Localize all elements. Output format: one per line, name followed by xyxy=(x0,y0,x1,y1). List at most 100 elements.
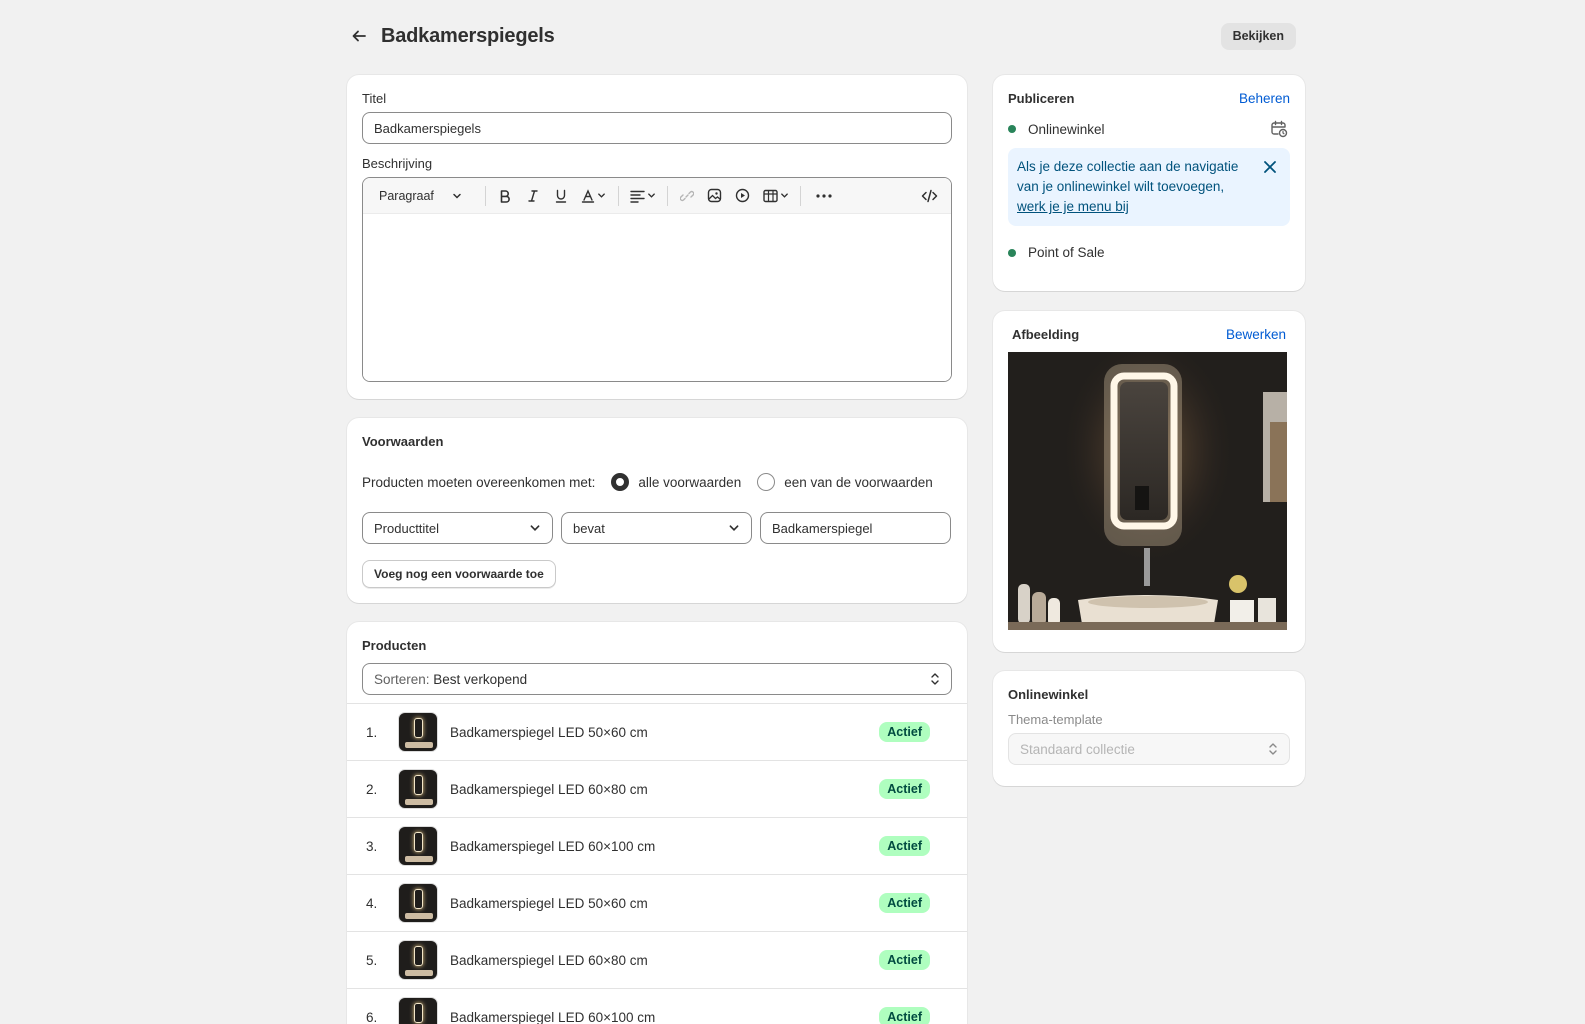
sort-prefix: Sorteren: xyxy=(374,671,430,687)
product-name: Badkamerspiegel LED 60×100 cm xyxy=(450,1009,656,1024)
chevron-down-icon xyxy=(781,193,788,198)
title-input[interactable]: Badkamerspiegels xyxy=(362,112,952,144)
edit-image-link[interactable]: Bewerken xyxy=(1226,327,1286,342)
condition-operator-value: bevat xyxy=(573,520,605,536)
collection-image[interactable] xyxy=(1008,352,1287,630)
image-heading: Afbeelding xyxy=(1012,327,1080,342)
title-description-card: Titel Badkamerspiegels Beschrijving Para… xyxy=(347,75,967,399)
theme-template-card: Onlinewinkel Thema-template Standaard co… xyxy=(993,671,1305,786)
product-row[interactable]: 1. Badkamerspiegel LED 50×60 cm Actief xyxy=(347,704,967,761)
chevron-down-icon xyxy=(453,193,461,199)
insert-table-button[interactable] xyxy=(757,183,795,209)
theme-template-label: Thema-template xyxy=(1008,712,1103,727)
paragraph-format-select[interactable]: Paragraaf xyxy=(371,183,470,209)
banner-content: Als je deze collectie aan de navigatie v… xyxy=(1017,157,1282,217)
status-dot xyxy=(1008,248,1016,257)
channel-online-row: Onlinewinkel xyxy=(1008,120,1290,138)
align-button[interactable] xyxy=(624,183,662,209)
condition-operator-select[interactable]: bevat xyxy=(561,512,752,544)
text-color-button[interactable] xyxy=(575,183,613,209)
status-badge: Actief xyxy=(879,950,930,970)
product-thumbnail xyxy=(398,883,438,923)
bold-icon xyxy=(500,189,510,203)
collection-edit-page: Badkamerspiegels Bekijken Titel Badkamer… xyxy=(0,0,1585,1024)
product-row[interactable]: 6. Badkamerspiegel LED 60×100 cm Actief xyxy=(347,989,967,1024)
online-store-heading: Onlinewinkel xyxy=(1008,687,1089,702)
status-dot xyxy=(1008,125,1016,133)
product-row[interactable]: 5. Badkamerspiegel LED 60×80 cm Actief xyxy=(347,932,967,989)
back-button[interactable] xyxy=(347,24,371,48)
underline-button[interactable] xyxy=(547,183,575,209)
title-label: Titel xyxy=(362,91,387,106)
status-badge: Actief xyxy=(879,1007,930,1024)
condition-value-text: Badkamerspiegel xyxy=(772,520,873,536)
sort-value: Best verkopend xyxy=(433,671,528,687)
calendar-clock-icon[interactable] xyxy=(1270,120,1288,138)
channel-pos: Point of Sale xyxy=(1008,245,1290,260)
insert-image-button[interactable] xyxy=(701,183,729,209)
publishing-heading: Publiceren xyxy=(1008,91,1075,106)
product-number: 5. xyxy=(366,952,378,968)
bathroom-mirror-illustration xyxy=(1008,352,1287,630)
close-icon[interactable] xyxy=(1260,157,1280,177)
link-button[interactable] xyxy=(673,183,701,209)
products-header: Producten Sorteren: Best verkopend xyxy=(347,638,967,695)
product-row[interactable]: 3. Badkamerspiegel LED 60×100 cm Actief xyxy=(347,818,967,875)
bold-button[interactable] xyxy=(491,183,519,209)
italic-icon xyxy=(528,189,538,202)
chevron-down-icon xyxy=(530,525,540,531)
toolbar-divider xyxy=(484,185,486,206)
product-thumbnail xyxy=(398,769,438,809)
chevron-down-icon xyxy=(648,193,655,198)
radio-unchecked[interactable] xyxy=(757,473,776,491)
edit-menu-link[interactable]: werk je je menu bij xyxy=(1017,199,1129,214)
match-any-label: een van de voorwaarden xyxy=(784,474,933,490)
image-card: Afbeelding Bewerken xyxy=(993,311,1305,652)
show-html-button[interactable] xyxy=(915,183,943,209)
toolbar-divider xyxy=(617,185,619,206)
manage-link[interactable]: Beheren xyxy=(1239,91,1290,106)
view-button[interactable]: Bekijken xyxy=(1220,22,1296,50)
banner-text: Als je deze collectie aan de navigatie v… xyxy=(1017,159,1239,194)
publishing-card: Publiceren Beheren Onlinewinkel Als je d… xyxy=(993,75,1305,291)
product-number: 4. xyxy=(366,895,378,911)
channel-online: Onlinewinkel xyxy=(1008,122,1105,137)
product-number: 6. xyxy=(366,1009,378,1024)
product-name: Badkamerspiegel LED 50×60 cm xyxy=(450,724,648,740)
insert-video-button[interactable] xyxy=(729,183,757,209)
product-name: Badkamerspiegel LED 60×80 cm xyxy=(450,952,648,968)
more-options-button[interactable] xyxy=(806,183,842,209)
sort-display: Sorteren: Best verkopend xyxy=(374,672,527,687)
theme-template-value: Standaard collectie xyxy=(1020,741,1135,757)
chevron-down-icon xyxy=(598,193,606,198)
product-row[interactable]: 4. Badkamerspiegel LED 50×60 cm Actief xyxy=(347,875,967,932)
product-number: 2. xyxy=(366,781,378,797)
match-any-radio[interactable]: een van de voorwaarden xyxy=(757,473,933,491)
underline-icon xyxy=(555,189,567,203)
page-title: Badkamerspiegels xyxy=(381,24,555,47)
sort-select[interactable]: Sorteren: Best verkopend xyxy=(362,663,952,695)
products-heading: Producten xyxy=(362,638,427,653)
italic-button[interactable] xyxy=(519,183,547,209)
product-thumbnail xyxy=(398,940,438,980)
description-editor: Paragraaf xyxy=(362,177,952,382)
text-color-icon xyxy=(582,188,595,203)
condition-value-input[interactable]: Badkamerspiegel xyxy=(760,512,951,544)
product-name: Badkamerspiegel LED 60×100 cm xyxy=(450,838,656,854)
condition-field-select[interactable]: Producttitel xyxy=(362,512,553,544)
channel-pos-label: Point of Sale xyxy=(1028,245,1105,260)
align-left-icon xyxy=(630,190,645,203)
product-list: 1. Badkamerspiegel LED 50×60 cm Actief 2. Ba… xyxy=(347,703,967,1024)
conditions-heading: Voorwaarden xyxy=(362,434,444,449)
match-all-radio[interactable]: alle voorwaarden xyxy=(611,473,741,491)
product-row[interactable]: 2. Badkamerspiegel LED 60×80 cm Actief xyxy=(347,761,967,818)
radio-checked[interactable] xyxy=(611,473,630,491)
add-condition-button[interactable]: Voeg nog een voorwaarde toe xyxy=(362,560,556,588)
link-icon xyxy=(679,190,694,201)
theme-template-select[interactable]: Standaard collectie xyxy=(1008,733,1290,765)
table-icon xyxy=(763,189,778,202)
description-text-area[interactable] xyxy=(363,214,951,381)
status-badge: Actief xyxy=(879,722,930,742)
products-card: Producten Sorteren: Best verkopend 1. Bad… xyxy=(347,622,967,1024)
select-arrows-icon xyxy=(1269,743,1277,755)
